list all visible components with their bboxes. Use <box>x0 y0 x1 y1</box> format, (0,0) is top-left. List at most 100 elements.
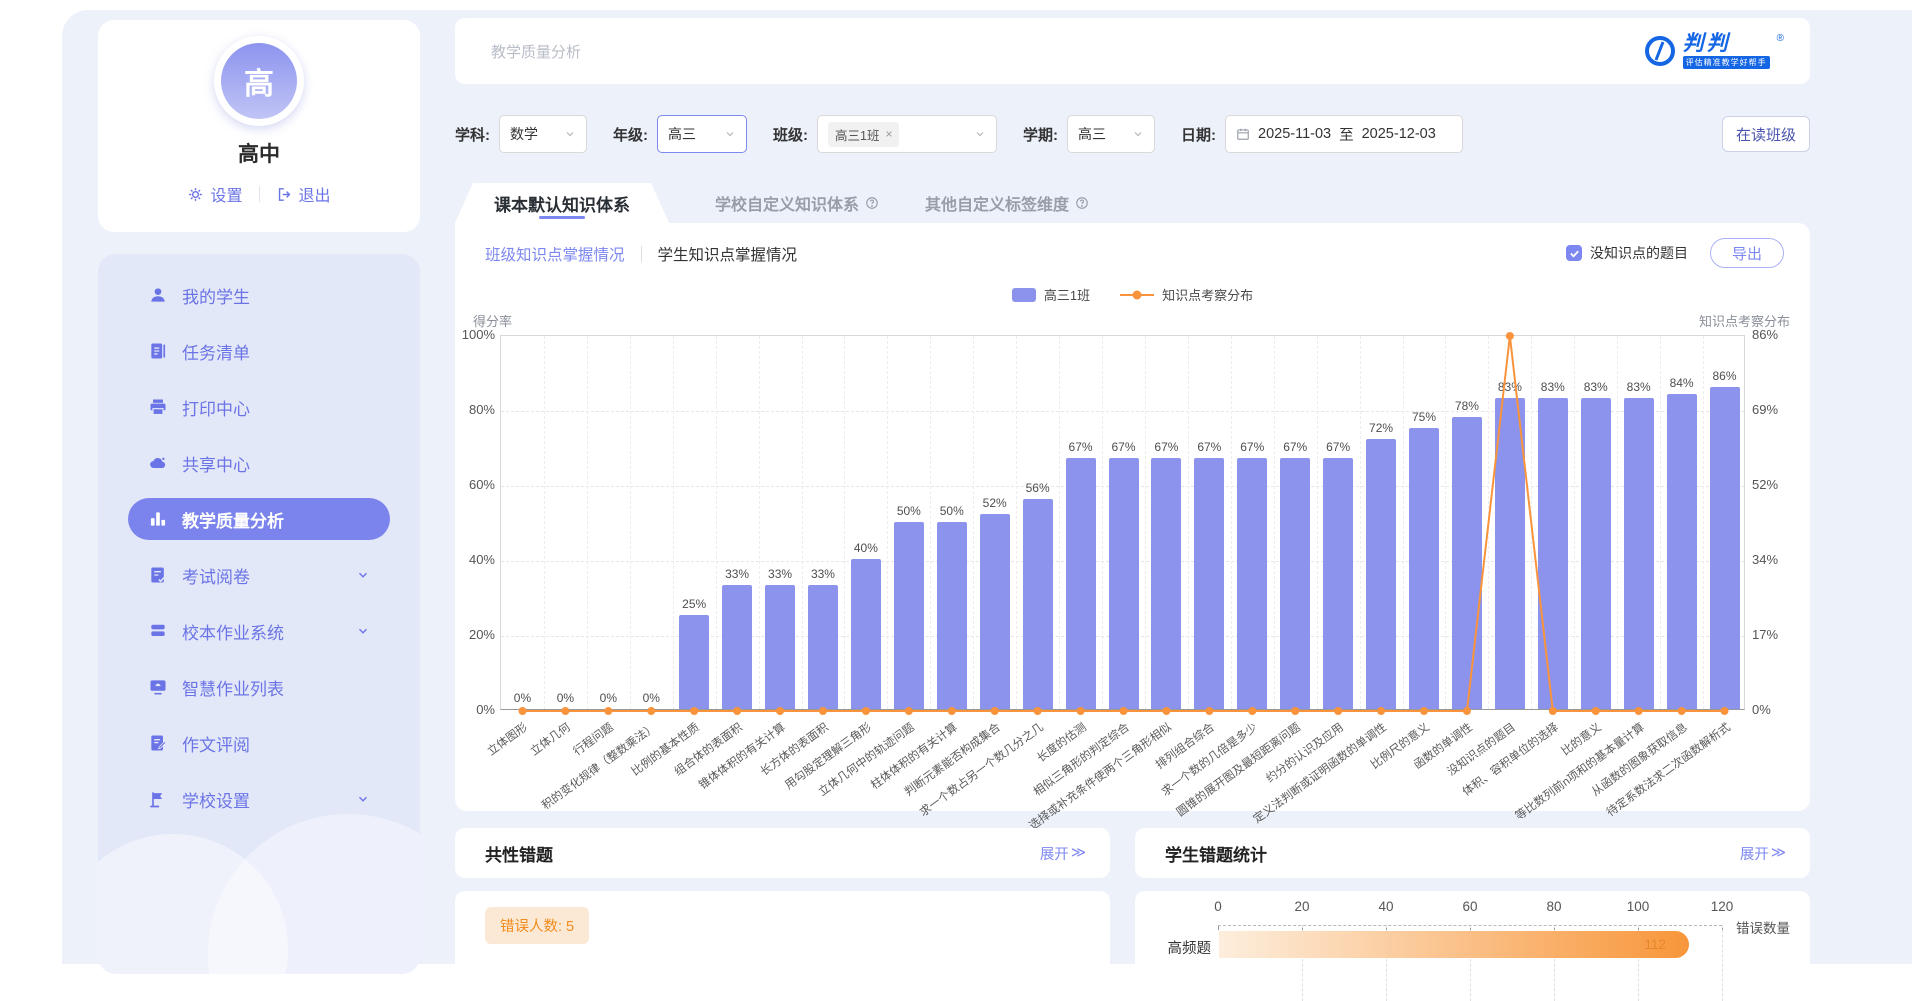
bar[interactable] <box>765 585 795 709</box>
y-axis-tick-right: 69% <box>1752 402 1792 417</box>
subject-value: 数学 <box>510 124 538 144</box>
grade-value: 高三 <box>668 124 696 144</box>
sidebar-item-label: 共享中心 <box>182 451 250 476</box>
common-errors-body: 错误人数: 5 <box>455 891 1110 1001</box>
bar[interactable] <box>808 585 838 709</box>
mini-bar-value: 112 <box>1644 937 1666 952</box>
mini-x-tick: 100 <box>1627 899 1650 914</box>
gridline <box>1059 336 1060 709</box>
sidebar-item-essay[interactable]: 作文评阅 <box>128 722 390 764</box>
bar[interactable] <box>1323 458 1353 709</box>
grade-select[interactable]: 高三 <box>657 115 747 153</box>
term-value: 高三 <box>1078 124 1106 144</box>
bar[interactable] <box>1581 398 1611 709</box>
sidebar-item-user[interactable]: 我的学生 <box>128 274 390 316</box>
tag-close-icon[interactable]: × <box>885 127 892 141</box>
bar[interactable] <box>1109 458 1139 709</box>
sidebar-item-bar-chart[interactable]: 教学质量分析 <box>128 498 390 540</box>
bar[interactable] <box>1366 439 1396 709</box>
mini-x-tick: 80 <box>1546 899 1561 914</box>
subtab-2[interactable]: 学生知识点掌握情况 <box>658 243 798 265</box>
bar-value-label: 33% <box>759 567 802 581</box>
reading-class-button[interactable]: 在读班级 <box>1722 116 1810 152</box>
question-circle-icon <box>865 196 879 210</box>
bar[interactable] <box>937 522 967 710</box>
bar-chart-icon <box>148 509 168 529</box>
legend-item[interactable]: 高三1班 <box>1012 285 1090 304</box>
logout-button[interactable]: 退出 <box>276 182 331 206</box>
bar-value-label: 0% <box>501 691 544 705</box>
sidebar-item-label: 智慧作业列表 <box>182 675 284 700</box>
bar[interactable] <box>1667 394 1697 709</box>
sidebar-item-cloud[interactable]: 共享中心 <box>128 442 390 484</box>
no-knowledge-checkbox[interactable]: 没知识点的题目 <box>1566 243 1688 263</box>
sidebar-item-printer[interactable]: 打印中心 <box>128 386 390 428</box>
y-axis-tick-right: 86% <box>1752 327 1792 342</box>
tab-1[interactable]: 课本默认知识体系 <box>455 183 669 223</box>
bar[interactable] <box>1151 458 1181 709</box>
expand-label: 展开 <box>1740 843 1769 864</box>
divider <box>641 246 642 262</box>
date-range-picker[interactable]: 2025-11-03 至 2025-12-03 <box>1225 115 1463 153</box>
mini-x-tick: 20 <box>1294 899 1309 914</box>
subtab-1[interactable]: 班级知识点掌握情况 <box>485 243 625 265</box>
expand-label: 展开 <box>1040 843 1069 864</box>
tab-2[interactable]: 学校自定义知识体系 <box>715 183 879 223</box>
bar-value-label: 67% <box>1059 440 1102 454</box>
bar-value-label: 67% <box>1188 440 1231 454</box>
export-button[interactable]: 导出 <box>1710 238 1784 268</box>
bar-value-label: 56% <box>1016 481 1059 495</box>
sidebar-item-tasks[interactable]: 任务清单 <box>128 330 390 372</box>
bar[interactable] <box>1624 398 1654 709</box>
bar[interactable] <box>1452 417 1482 710</box>
gridline <box>887 336 888 709</box>
student-errors-expand-link[interactable]: 展开 ≫ <box>1740 843 1786 864</box>
settings-button[interactable]: 设置 <box>187 182 242 206</box>
bar[interactable] <box>1023 499 1053 709</box>
term-select[interactable]: 高三 <box>1067 115 1155 153</box>
user-icon <box>148 285 168 305</box>
bar[interactable] <box>1409 428 1439 709</box>
subject-label: 学科: <box>455 124 490 145</box>
sidebar-item-exam[interactable]: 考试阅卷 <box>128 554 390 596</box>
y-axis-tick-left: 40% <box>455 552 495 567</box>
divider <box>259 186 260 202</box>
gridline <box>844 336 845 709</box>
sidebar-item-label: 校本作业系统 <box>182 619 284 644</box>
sidebar-item-monitor[interactable]: 智慧作业列表 <box>128 666 390 708</box>
mini-x-tick: 40 <box>1378 899 1393 914</box>
bar[interactable] <box>851 559 881 709</box>
bar-value-label: 78% <box>1445 399 1488 413</box>
bar-value-label: 67% <box>1231 440 1274 454</box>
bar[interactable] <box>1495 398 1525 709</box>
bar[interactable] <box>1538 398 1568 709</box>
legend-line-swatch <box>1120 294 1154 296</box>
bar[interactable] <box>1710 387 1740 710</box>
sidebar-item-books[interactable]: 校本作业系统 <box>128 610 390 652</box>
legend-item[interactable]: 知识点考察分布 <box>1120 285 1253 304</box>
cloud-icon <box>148 453 168 473</box>
school-icon <box>148 789 168 809</box>
bar-value-label: 72% <box>1360 421 1403 435</box>
tab-3[interactable]: 其他自定义标签维度 <box>925 183 1089 223</box>
bar[interactable] <box>980 514 1010 709</box>
page-title: 教学质量分析 <box>491 41 581 62</box>
bar[interactable] <box>1237 458 1267 709</box>
brand-name: 判判 <box>1683 33 1770 54</box>
bar[interactable] <box>722 585 752 709</box>
bar[interactable] <box>1280 458 1310 709</box>
bar[interactable] <box>679 615 709 709</box>
gridline <box>1102 336 1103 709</box>
bar[interactable] <box>894 522 924 710</box>
common-errors-expand-link[interactable]: 展开 ≫ <box>1040 843 1086 864</box>
bar-value-label: 83% <box>1617 380 1660 394</box>
class-tag-text: 高三1班 <box>835 125 879 144</box>
bar-value-label: 67% <box>1317 440 1360 454</box>
mini-bar[interactable] <box>1219 931 1689 958</box>
bar[interactable] <box>1066 458 1096 709</box>
bar[interactable] <box>1194 458 1224 709</box>
gridline <box>1231 336 1232 709</box>
avatar-text: 高 <box>221 43 297 119</box>
subject-select[interactable]: 数学 <box>499 115 587 153</box>
class-select[interactable]: 高三1班 × <box>817 115 997 153</box>
